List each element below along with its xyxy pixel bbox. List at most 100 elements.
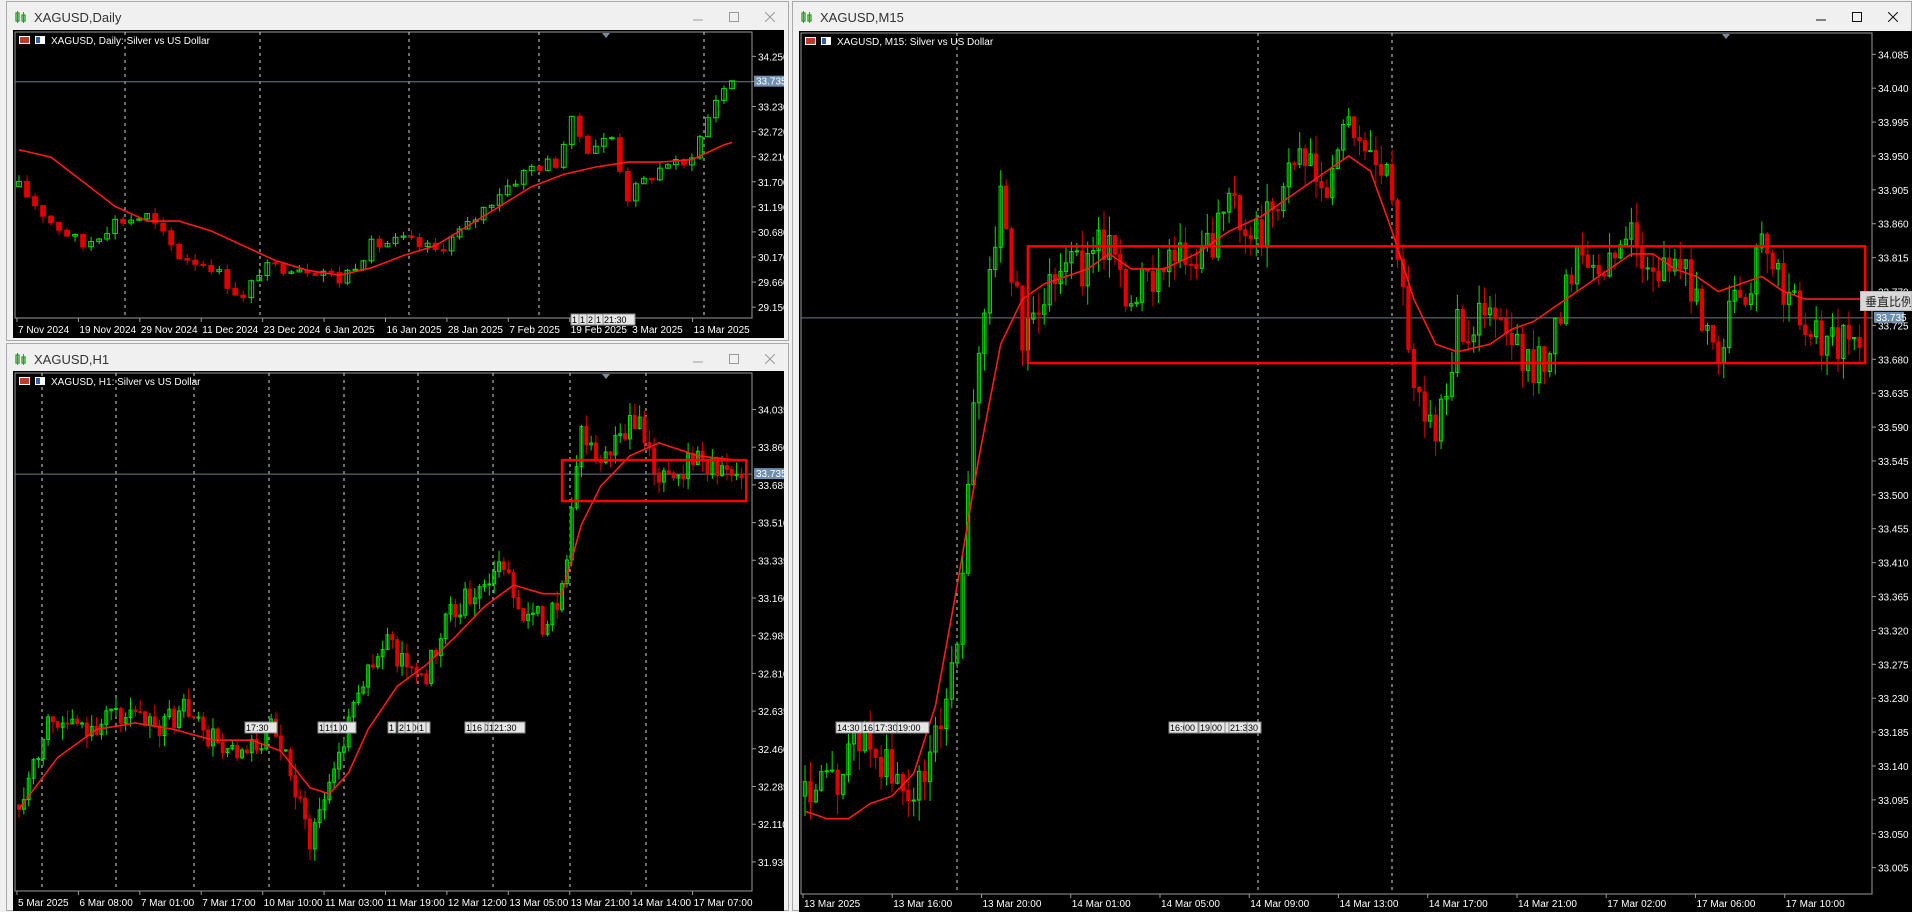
candle-body [608,451,613,456]
y-tick-label: 33.095 [1878,796,1909,807]
x-tick-label: 23 Dec 2024 [264,325,321,336]
price-chart-h1[interactable]: XAGUSD, H1: Silver vs US Dollar 34.035 33.… [13,371,784,911]
candle-body [1466,341,1471,344]
candle-body [1765,233,1770,254]
candle-body [729,468,734,477]
candle-body [873,748,878,758]
candle-body [453,604,458,618]
candle-body [176,243,183,260]
candle-body [196,716,201,719]
y-tick-label: 32.635 [758,707,784,718]
y-tick-label: 33.950 [1878,152,1909,163]
candle-body [1509,332,1514,345]
candle-body [1324,187,1330,199]
candle-body [632,415,637,429]
minimize-button[interactable] [680,2,716,32]
candle-body [1819,320,1824,356]
chart-window-h1[interactable]: XAGUSD,H1 XAGUSD, H1: Silver vs US Dolla… [6,343,789,911]
y-tick-label: 33.230 [1878,694,1909,705]
maximize-button[interactable] [716,344,752,374]
x-tick-label: 14 Mar 01:00 [1072,899,1131,910]
y-tick-label: 32.810 [758,669,784,680]
candle-body [409,666,414,669]
candle-body [1406,285,1411,350]
candle-body [120,218,127,224]
candle-body [191,715,196,718]
chart-window-daily[interactable]: XAGUSD,Daily XAGUSD, Daily: Silver vs US… [6,1,789,341]
y-tick-label: 32.210 [758,153,784,164]
window-titlebar[interactable]: XAGUSD,M15 [793,2,1911,32]
candle-body [594,442,598,462]
candle-body [390,634,395,641]
time-marker-label: 2 [588,315,593,325]
maximize-button[interactable] [716,2,752,32]
candle-body [168,230,175,245]
candle-body [419,673,424,676]
candle-body [1781,263,1786,305]
candle-body [501,561,506,571]
close-button[interactable] [1875,2,1911,32]
candle-body [278,735,283,751]
y-tick-label: 33.185 [1878,728,1909,739]
candle-body [648,177,655,181]
candle-body [1569,274,1574,285]
window-titlebar[interactable]: XAGUSD,H1 [7,344,788,374]
candle-body [143,711,148,727]
candle-body [739,473,744,479]
chart-canvas: XAGUSD, M15: Silver vs US Dollar 34.085 34… [800,32,1909,910]
time-marker-label: 00 [1185,723,1195,733]
y-tick-label: 33.005 [1878,864,1909,875]
price-chart-m15[interactable]: XAGUSD, M15: Silver vs US Dollar 34.085 34… [799,31,1912,912]
candle-body [624,170,631,202]
window-title: XAGUSD,Daily [34,9,122,25]
candle-body [232,287,239,296]
time-marker-label: 1 [319,723,324,733]
maximize-button[interactable] [1839,2,1875,32]
candle-body [1558,317,1563,324]
window-titlebar[interactable]: XAGUSD,Daily [7,2,788,32]
candle-body [328,270,335,273]
candle-body [1852,337,1857,340]
candle-body [540,606,545,635]
x-tick-label: 7 Mar 17:00 [202,898,256,909]
candle-body [1243,229,1248,237]
candle-body [1172,249,1177,262]
candle-body [235,745,240,759]
y-tick-label: 33.905 [1878,186,1909,197]
y-tick-label: 33.230 [758,103,784,114]
candle-body [1009,228,1014,283]
candle-body [152,716,157,727]
candle-body [555,602,560,611]
time-marker-label: 19:00 [898,723,921,733]
candle-body [1275,209,1281,212]
candle-body [208,264,215,273]
candle-body [1368,150,1373,153]
y-tick-label: 33.275 [1878,660,1909,671]
price-chart-daily[interactable]: XAGUSD, Daily: Silver vs US Dollar 34.250… [13,30,784,338]
candle-body [244,749,249,754]
candle-body [1232,192,1237,197]
shift-marker-icon [602,33,610,38]
candle-body [201,716,206,731]
candle-body [900,773,905,791]
candle-body [298,796,303,799]
minimize-button[interactable] [680,344,716,374]
x-tick-label: 6 Jan 2025 [325,325,375,336]
candle-body [1857,337,1862,348]
chart-window-m15[interactable]: XAGUSD,M15 XAGUSD, M15: Silver vs US Dol… [792,1,1912,912]
candle-body [824,770,829,773]
time-marker-label: 30 [1248,723,1258,733]
moving-average-line [18,141,733,277]
y-tick-label: 33.685 [758,481,784,492]
candle-body [1482,302,1487,316]
x-tick-label: 3 Mar 2025 [632,325,683,336]
x-tick-label: 11 Mar 03:00 [325,898,384,909]
candle-body [1422,391,1427,422]
close-button[interactable] [752,2,788,32]
candle-body [516,597,521,610]
minimize-button[interactable] [1803,2,1839,32]
y-tick-label: 31.700 [758,178,784,189]
close-button[interactable] [752,344,788,374]
candle-body [1835,327,1841,359]
x-tick-label: 29 Nov 2024 [141,325,198,336]
